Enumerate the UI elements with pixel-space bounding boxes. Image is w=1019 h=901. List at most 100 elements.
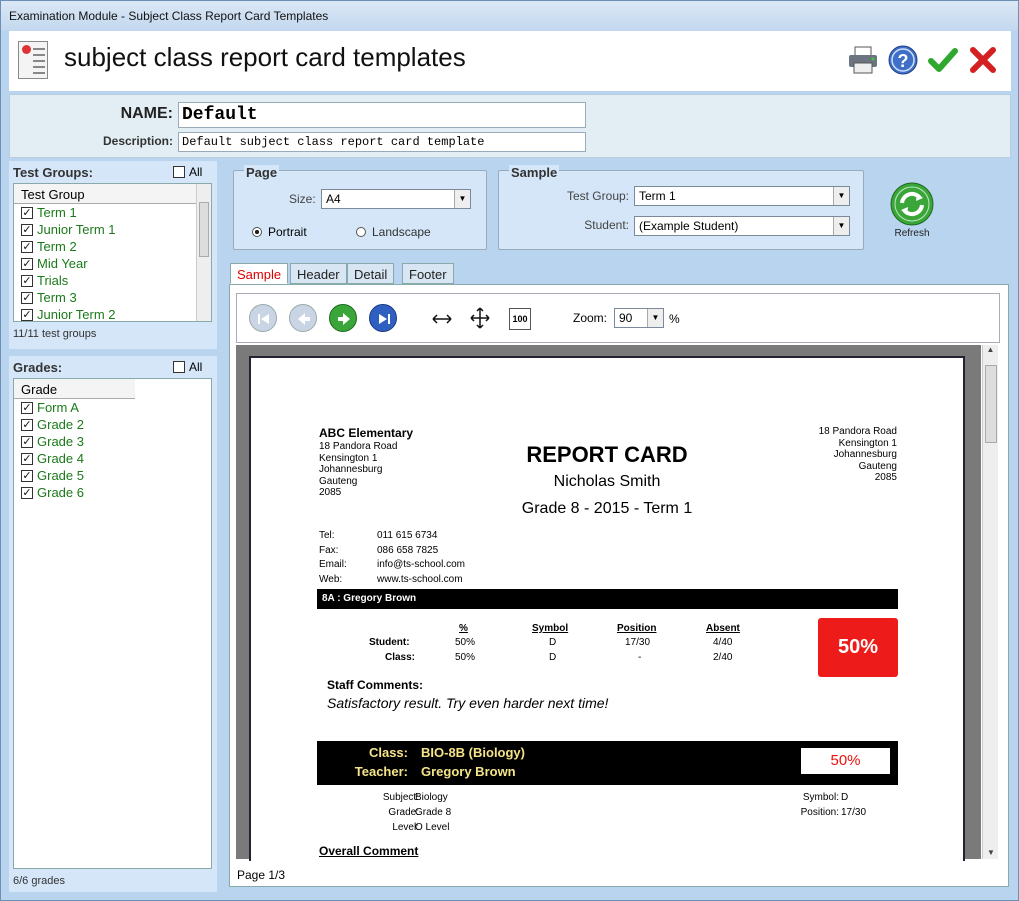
checkbox-checked-icon[interactable]: ✓ bbox=[21, 418, 33, 431]
name-value: Default bbox=[182, 105, 258, 125]
test-groups-title: Test Groups: bbox=[13, 165, 93, 180]
checkbox-checked-icon[interactable]: ✓ bbox=[21, 469, 33, 482]
tab-sample[interactable]: Sample bbox=[230, 263, 289, 284]
checkbox-checked-icon[interactable]: ✓ bbox=[21, 223, 33, 236]
test-group-item[interactable]: ✓ Junior Term 1 bbox=[14, 221, 211, 238]
test-group-item[interactable]: ✓ Term 1 bbox=[14, 204, 211, 221]
class-row-pct: 50% bbox=[455, 652, 476, 663]
print-button[interactable] bbox=[845, 43, 881, 79]
refresh-button[interactable]: Refresh bbox=[886, 181, 938, 245]
chevron-down-icon: ▼ bbox=[454, 190, 470, 208]
checkbox-checked-icon[interactable]: ✓ bbox=[21, 206, 33, 219]
student-row-label: Student: bbox=[369, 637, 410, 648]
checkbox-icon[interactable] bbox=[173, 361, 185, 373]
description-field[interactable]: Default subject class report card templa… bbox=[178, 132, 586, 152]
help-button[interactable]: ? bbox=[885, 43, 921, 79]
teacher-label: Teacher: bbox=[354, 764, 408, 779]
checkbox-checked-icon[interactable]: ✓ bbox=[21, 257, 33, 270]
fit-width-button[interactable] bbox=[431, 308, 453, 330]
contact-label: Fax: bbox=[319, 544, 339, 556]
grade-value: Grade 8 bbox=[415, 807, 452, 818]
description-label: Description: bbox=[102, 134, 173, 148]
actual-size-label: 100 bbox=[512, 314, 528, 324]
sample-groupbox: Sample Test Group: Term 1 ▼ Student: (Ex… bbox=[498, 165, 864, 250]
class-label: Class: bbox=[368, 745, 408, 760]
checkbox-checked-icon[interactable]: ✓ bbox=[21, 274, 33, 287]
portrait-radio[interactable]: Portrait bbox=[252, 225, 307, 239]
ok-button[interactable] bbox=[925, 43, 961, 79]
sample-test-group-value: Term 1 bbox=[639, 189, 676, 203]
checkbox-icon[interactable] bbox=[173, 166, 185, 178]
last-page-button[interactable] bbox=[369, 304, 397, 332]
class-percentage-box: 50% bbox=[801, 748, 890, 774]
previous-page-button[interactable] bbox=[289, 304, 317, 332]
grade-item[interactable]: ✓ Grade 6 bbox=[14, 484, 211, 501]
checkbox-checked-icon[interactable]: ✓ bbox=[21, 452, 33, 465]
class-percentage-value: 50% bbox=[830, 752, 861, 769]
landscape-radio[interactable]: Landscape bbox=[356, 225, 431, 239]
checkbox-checked-icon[interactable]: ✓ bbox=[21, 291, 33, 304]
scroll-up-icon[interactable]: ▲ bbox=[983, 345, 998, 354]
checkbox-checked-icon[interactable]: ✓ bbox=[21, 240, 33, 253]
description-value: Default subject class report card templa… bbox=[182, 135, 485, 149]
grades-list[interactable]: Grade ✓ Form A ✓ Grade 2 ✓ Grade 3 ✓ Grade 4 ✓ Gr… bbox=[13, 378, 212, 869]
sample-test-group-select[interactable]: Term 1 ▼ bbox=[634, 186, 850, 206]
sample-student-value: (Example Student) bbox=[639, 219, 739, 233]
cancel-button[interactable] bbox=[965, 43, 1001, 79]
tab-detail[interactable]: Detail bbox=[347, 263, 395, 284]
symbol-label: Symbol: bbox=[802, 792, 839, 803]
chevron-down-icon: ▼ bbox=[833, 187, 849, 205]
grades-column-header[interactable]: Grade bbox=[14, 379, 135, 399]
report-student-name: Nicholas Smith bbox=[553, 473, 661, 490]
grade-item[interactable]: ✓ Form A bbox=[14, 399, 211, 416]
next-page-button[interactable] bbox=[329, 304, 357, 332]
test-group-item[interactable]: ✓ Junior Term 2 bbox=[14, 306, 211, 321]
grade-item[interactable]: ✓ Grade 4 bbox=[14, 450, 211, 467]
first-page-icon bbox=[258, 314, 269, 324]
test-group-item[interactable]: ✓ Term 3 bbox=[14, 289, 211, 306]
test-group-item-label: Term 1 bbox=[37, 205, 77, 220]
zoom-select[interactable]: 90 ▼ bbox=[614, 308, 664, 328]
subject-value: Biology bbox=[415, 792, 448, 803]
grade-item-label: Grade 6 bbox=[37, 485, 84, 500]
tab-footer[interactable]: Footer bbox=[402, 263, 454, 284]
scroll-down-icon[interactable]: ▼ bbox=[987, 848, 995, 857]
preview-scrollbar[interactable]: ▲ ▼ bbox=[982, 345, 998, 859]
grades-all-toggle[interactable]: All bbox=[173, 360, 202, 374]
grades-panel: Grades: All Grade ✓ Form A ✓ Grade 2 ✓ Grade … bbox=[9, 356, 217, 892]
checkbox-checked-icon[interactable]: ✓ bbox=[21, 401, 33, 414]
checkbox-checked-icon[interactable]: ✓ bbox=[21, 486, 33, 499]
overall-comment-heading: Overall Comment bbox=[319, 844, 419, 858]
test-groups-all-label: All bbox=[189, 165, 203, 179]
test-group-item[interactable]: ✓ Trials bbox=[14, 272, 211, 289]
report-title: REPORT CARD bbox=[526, 442, 688, 467]
first-page-button[interactable] bbox=[249, 304, 277, 332]
col-header-symbol: Symbol bbox=[532, 623, 569, 634]
tab-header[interactable]: Header bbox=[290, 263, 347, 284]
checkbox-checked-icon[interactable]: ✓ bbox=[21, 435, 33, 448]
test-groups-list[interactable]: Test Group ✓ Term 1 ✓ Junior Term 1 ✓ Term 2 ✓… bbox=[13, 183, 212, 322]
name-field[interactable]: Default bbox=[178, 102, 586, 128]
grade-item[interactable]: ✓ Grade 5 bbox=[14, 467, 211, 484]
last-page-icon bbox=[379, 314, 390, 324]
test-groups-column-header[interactable]: Test Group bbox=[14, 184, 197, 204]
test-groups-all-toggle[interactable]: All bbox=[173, 165, 202, 179]
student-row-symbol: D bbox=[549, 637, 557, 648]
fit-page-button[interactable] bbox=[469, 306, 491, 330]
sample-student-select[interactable]: (Example Student) ▼ bbox=[634, 216, 850, 236]
checkbox-checked-icon[interactable]: ✓ bbox=[21, 308, 33, 321]
grade-item[interactable]: ✓ Grade 2 bbox=[14, 416, 211, 433]
class-row-position: - bbox=[638, 652, 642, 663]
page-size-select[interactable]: A4 ▼ bbox=[321, 189, 471, 209]
col-header-absent: Absent bbox=[706, 623, 740, 634]
landscape-label: Landscape bbox=[372, 225, 431, 239]
test-groups-scrollbar[interactable] bbox=[196, 184, 211, 321]
actual-size-button[interactable]: 100 bbox=[509, 308, 531, 330]
test-group-item[interactable]: ✓ Mid Year bbox=[14, 255, 211, 272]
scrollbar-thumb[interactable] bbox=[199, 202, 209, 257]
contact-row: Email: info@ts-school.com bbox=[319, 558, 465, 573]
grades-title: Grades: bbox=[13, 360, 63, 375]
test-group-item[interactable]: ✓ Term 2 bbox=[14, 238, 211, 255]
grade-item[interactable]: ✓ Grade 3 bbox=[14, 433, 211, 450]
scrollbar-thumb[interactable] bbox=[985, 365, 997, 443]
